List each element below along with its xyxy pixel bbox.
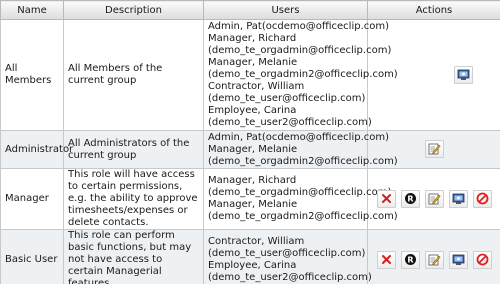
column-header-actions: Actions bbox=[367, 0, 500, 20]
edit-icon[interactable] bbox=[424, 250, 444, 269]
table-row: Administrator All Administrators of the … bbox=[0, 130, 500, 169]
column-header-description[interactable]: Description bbox=[63, 0, 204, 20]
edit-icon[interactable] bbox=[424, 189, 444, 208]
user-line: (demo_te_orgadmin2@officeclip.com) bbox=[208, 155, 398, 167]
delete-icon[interactable] bbox=[376, 250, 396, 269]
role-description: This role can perform basic functions, b… bbox=[63, 229, 204, 284]
svg-text:R: R bbox=[407, 256, 413, 265]
role-name: All Members bbox=[0, 19, 64, 131]
table-row: Basic User This role can perform basic f… bbox=[0, 229, 500, 284]
user-line: (demo_te_orgadmin2@officeclip.com) bbox=[208, 211, 398, 222]
assign-users-icon[interactable] bbox=[453, 65, 473, 84]
user-line: Manager, Melanie bbox=[208, 199, 298, 210]
assign-users-icon[interactable] bbox=[448, 189, 468, 208]
column-header-users[interactable]: Users bbox=[203, 0, 368, 20]
remove-icon[interactable] bbox=[472, 250, 492, 269]
role-users: Admin, Pat(ocdemo@officeclip.com) Manage… bbox=[203, 130, 398, 169]
table-row: All Members All Members of the current g… bbox=[0, 19, 500, 131]
user-line: Manager, Richard bbox=[208, 175, 297, 186]
svg-text:R: R bbox=[407, 195, 413, 204]
role-users: Contractor, William (demo_te_user@office… bbox=[203, 229, 372, 284]
role-description: All Administrators of the current group bbox=[63, 130, 204, 169]
user-line: Admin, Pat(ocdemo@officeclip.com) bbox=[208, 21, 390, 32]
rights-icon[interactable]: R bbox=[400, 250, 420, 269]
user-line: Employee, Carina bbox=[208, 105, 297, 116]
role-name: Manager bbox=[0, 168, 64, 230]
roles-table: Name Description Users Actions All Membe… bbox=[0, 0, 500, 284]
table-row: Manager This role will have access to ce… bbox=[0, 168, 500, 230]
user-line: Employee, Carina bbox=[208, 260, 297, 271]
user-line: (demo_te_user2@officeclip.com) bbox=[208, 117, 372, 128]
user-line: Contractor, William bbox=[208, 236, 305, 247]
user-line: (demo_te_orgadmin2@officeclip.com) bbox=[208, 69, 398, 80]
edit-icon[interactable] bbox=[424, 139, 444, 158]
user-line: (demo_te_user@officeclip.com) bbox=[208, 93, 366, 104]
column-header-name[interactable]: Name bbox=[0, 0, 64, 20]
role-description: All Members of the current group bbox=[63, 19, 204, 131]
user-line: (demo_te_user2@officeclip.com) bbox=[208, 272, 372, 283]
user-line: (demo_te_orgadmin@officeclip.com) bbox=[208, 187, 392, 198]
assign-users-icon[interactable] bbox=[448, 250, 468, 269]
role-name: Basic User bbox=[0, 229, 64, 284]
user-line: (demo_te_user@officeclip.com) bbox=[208, 248, 366, 259]
remove-icon[interactable] bbox=[472, 189, 492, 208]
user-line: Manager, Melanie bbox=[208, 143, 298, 155]
rights-icon[interactable]: R bbox=[400, 189, 420, 208]
role-description: This role will have access to certain pe… bbox=[63, 168, 204, 230]
user-line: Admin, Pat(ocdemo@officeclip.com) bbox=[208, 131, 390, 143]
role-users: Manager, Richard (demo_te_orgadmin@offic… bbox=[203, 168, 398, 230]
user-line: Manager, Richard bbox=[208, 33, 297, 44]
role-actions: R bbox=[367, 229, 500, 284]
role-name: Administrator bbox=[0, 130, 73, 169]
user-line: Manager, Melanie bbox=[208, 57, 298, 68]
header-row: Name Description Users Actions bbox=[0, 0, 500, 20]
user-line: Contractor, William bbox=[208, 81, 305, 92]
role-users: Admin, Pat(ocdemo@officeclip.com) Manage… bbox=[203, 19, 398, 131]
user-line: (demo_te_orgadmin@officeclip.com) bbox=[208, 45, 392, 56]
delete-icon[interactable] bbox=[376, 189, 396, 208]
